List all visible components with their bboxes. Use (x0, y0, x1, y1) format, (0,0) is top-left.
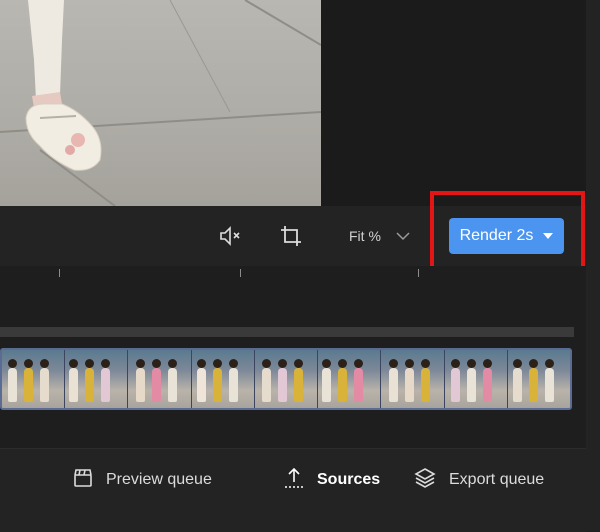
upload-icon (283, 466, 305, 495)
video-clip[interactable] (0, 348, 572, 410)
nav-sources[interactable]: Sources (283, 463, 380, 497)
clip-thumbnail (65, 350, 129, 408)
clip-thumbnail (381, 350, 445, 408)
nav-label: Preview queue (106, 471, 212, 488)
render-button[interactable]: Render 2s (449, 218, 564, 254)
right-scrollbar[interactable] (586, 0, 600, 531)
ruler-tick (418, 269, 419, 277)
caret-down-icon[interactable] (543, 227, 554, 245)
video-preview[interactable] (0, 0, 321, 206)
render-button-label: Render 2s (459, 227, 534, 244)
layers-icon (413, 466, 437, 495)
nav-export-queue[interactable]: Export queue (413, 463, 544, 497)
chevron-down-icon[interactable] (395, 229, 411, 243)
video-frame-image (0, 0, 321, 206)
clip-thumbnail (254, 350, 319, 408)
nav-preview-queue[interactable]: Preview queue (72, 463, 212, 497)
timeline-ruler[interactable] (0, 266, 586, 286)
nav-label: Export queue (449, 471, 545, 488)
speaker-muted-icon[interactable] (218, 224, 242, 248)
crop-icon[interactable] (279, 224, 303, 248)
clip-thumbnail (191, 350, 255, 408)
ruler-tick (240, 269, 241, 277)
clip-thumbnail (507, 350, 570, 408)
track-scrollbar[interactable] (0, 327, 574, 337)
fit-zoom-label[interactable]: Fit % (349, 228, 381, 244)
clip-thumbnail (318, 350, 382, 408)
clip-thumbnail (2, 350, 66, 408)
clip-thumbnail (128, 350, 192, 408)
ruler-tick (59, 269, 60, 277)
clip-thumbnail (444, 350, 508, 408)
nav-label: Sources (317, 471, 381, 488)
clapperboard-icon (72, 467, 94, 494)
